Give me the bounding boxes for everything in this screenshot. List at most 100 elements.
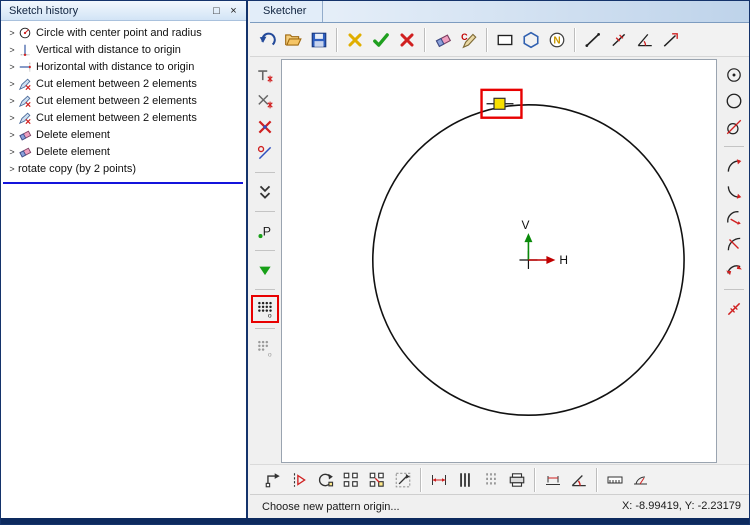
h-circle-icon bbox=[18, 26, 36, 40]
expand-chevron-icon[interactable]: > bbox=[6, 130, 18, 140]
sketch-history-panel: Sketch history □ × > Circle with center p… bbox=[1, 1, 248, 518]
history-item[interactable]: > Horizontal with distance to origin bbox=[1, 58, 246, 75]
expand-chevron-icon[interactable]: > bbox=[6, 96, 18, 106]
toolbar-separator bbox=[534, 467, 536, 492]
history-item[interactable]: > Cut element between 2 elements bbox=[1, 75, 246, 92]
param-point-icon[interactable]: P bbox=[253, 219, 277, 243]
angle-line-tool-icon[interactable] bbox=[633, 28, 657, 52]
toolbar-separator bbox=[255, 250, 275, 251]
point-delete-icon[interactable] bbox=[253, 115, 277, 139]
arc-double-icon[interactable] bbox=[722, 258, 746, 282]
measure-angle-icon[interactable] bbox=[629, 468, 653, 492]
sketch-canvas[interactable]: V H bbox=[281, 59, 717, 463]
line-extend-tool-icon[interactable] bbox=[659, 28, 683, 52]
collapse-chevrons-icon[interactable] bbox=[253, 180, 277, 204]
dim-stack-icon[interactable] bbox=[505, 468, 529, 492]
toolbar-separator bbox=[255, 289, 275, 290]
accept-icon[interactable] bbox=[369, 28, 393, 52]
h-horiz-icon bbox=[18, 60, 36, 74]
cursor-coordinates: X: -8.99419, Y: -2.23179 bbox=[621, 500, 741, 512]
open-icon[interactable] bbox=[281, 28, 305, 52]
history-divider bbox=[3, 182, 243, 184]
history-item-label: Cut element between 2 elements bbox=[36, 111, 197, 124]
pattern-rect-icon[interactable] bbox=[339, 468, 363, 492]
history-item-label: Cut element between 2 elements bbox=[36, 94, 197, 107]
history-item-label: Vertical with distance to origin bbox=[36, 43, 181, 56]
history-item-label: Circle with center point and radius bbox=[36, 26, 202, 39]
dim-distance-icon[interactable] bbox=[427, 468, 451, 492]
rectangle-tool-icon[interactable] bbox=[493, 28, 517, 52]
eraser-icon[interactable] bbox=[431, 28, 455, 52]
transform-rotate-icon[interactable] bbox=[313, 468, 337, 492]
pattern-origin-point[interactable] bbox=[493, 97, 506, 110]
history-item[interactable]: > rotate copy (by 2 points) bbox=[1, 160, 246, 177]
arc-chord-icon[interactable] bbox=[722, 180, 746, 204]
transform-move-icon[interactable] bbox=[261, 468, 285, 492]
undo-icon[interactable] bbox=[255, 28, 279, 52]
measure-distance-icon[interactable] bbox=[603, 468, 627, 492]
point-project-icon[interactable] bbox=[253, 141, 277, 165]
dim-horizontal-icon[interactable] bbox=[541, 468, 565, 492]
copy-format-icon[interactable]: C bbox=[457, 28, 481, 52]
sketch-history-titlebar: Sketch history □ × bbox=[1, 1, 246, 21]
expand-chevron-icon[interactable]: > bbox=[6, 113, 18, 123]
sketch-history-title: Sketch history bbox=[9, 4, 79, 17]
dim-parallel-icon[interactable] bbox=[453, 468, 477, 492]
history-item[interactable]: > Cut element between 2 elements bbox=[1, 92, 246, 109]
cancel-icon[interactable] bbox=[395, 28, 419, 52]
status-bar: Choose new pattern origin... X: -8.99419… bbox=[250, 494, 749, 518]
status-message: Choose new pattern origin... bbox=[262, 500, 400, 513]
expand-chevron-icon[interactable]: > bbox=[6, 28, 18, 38]
pattern-circular-icon[interactable]: o bbox=[253, 336, 277, 360]
sketcher-tab[interactable]: Sketcher bbox=[250, 1, 324, 22]
save-icon[interactable] bbox=[307, 28, 331, 52]
history-list: > Circle with center point and radius > Ver… bbox=[1, 21, 246, 177]
pattern-linear-icon[interactable]: o bbox=[251, 295, 279, 323]
svg-text:o: o bbox=[268, 312, 272, 318]
ngon-tool-icon[interactable]: N bbox=[545, 28, 569, 52]
arc-diameter-icon[interactable] bbox=[722, 232, 746, 256]
transform-scale-icon[interactable] bbox=[391, 468, 415, 492]
toolbar-separator bbox=[420, 467, 422, 492]
pattern-copy-icon[interactable] bbox=[365, 468, 389, 492]
h-del-icon bbox=[18, 145, 36, 159]
circle-plain-icon[interactable] bbox=[722, 89, 746, 113]
arc-sweep-icon[interactable] bbox=[722, 154, 746, 178]
history-item[interactable]: > Circle with center point and radius bbox=[1, 24, 246, 41]
sketcher-panel: Sketcher C N Po o V H Choose new pattern o… bbox=[250, 1, 749, 518]
line-tool-icon[interactable] bbox=[581, 28, 605, 52]
dim-dashed-icon[interactable] bbox=[479, 468, 503, 492]
history-item[interactable]: > Delete element bbox=[1, 126, 246, 143]
svg-text:o: o bbox=[268, 351, 272, 357]
toolbar-separator bbox=[724, 146, 744, 147]
maximize-button[interactable]: □ bbox=[208, 3, 225, 18]
line-divide-tool-icon[interactable] bbox=[607, 28, 631, 52]
history-item-label: Delete element bbox=[36, 145, 110, 158]
circle-center-icon[interactable] bbox=[722, 63, 746, 87]
history-item[interactable]: > Delete element bbox=[1, 143, 246, 160]
polygon-tool-icon[interactable] bbox=[519, 28, 543, 52]
toolbar-separator bbox=[724, 289, 744, 290]
point-intersect-icon[interactable] bbox=[253, 89, 277, 113]
h-axis-label: H bbox=[559, 253, 568, 267]
toolbar-separator bbox=[424, 27, 426, 52]
expand-chevron-icon[interactable]: > bbox=[6, 62, 18, 72]
apply-triangle-icon[interactable] bbox=[253, 258, 277, 282]
discard-icon[interactable] bbox=[343, 28, 367, 52]
history-item[interactable]: > Cut element between 2 elements bbox=[1, 109, 246, 126]
expand-chevron-icon[interactable]: > bbox=[6, 147, 18, 157]
h-axis-arrowhead-icon bbox=[546, 256, 556, 264]
history-item[interactable]: > Vertical with distance to origin bbox=[1, 41, 246, 58]
h-cut-icon bbox=[18, 77, 36, 91]
circle-tangent-icon[interactable] bbox=[722, 115, 746, 139]
transform-mirror-icon[interactable] bbox=[287, 468, 311, 492]
expand-chevron-icon[interactable]: > bbox=[6, 164, 18, 174]
close-button[interactable]: × bbox=[225, 3, 242, 18]
expand-chevron-icon[interactable]: > bbox=[6, 45, 18, 55]
arc-radius-icon[interactable] bbox=[722, 206, 746, 230]
angle-red-icon[interactable] bbox=[722, 297, 746, 321]
point-tangent-icon[interactable] bbox=[253, 63, 277, 87]
v-axis-label: V bbox=[521, 218, 529, 232]
expand-chevron-icon[interactable]: > bbox=[6, 79, 18, 89]
dim-angle-icon[interactable] bbox=[567, 468, 591, 492]
